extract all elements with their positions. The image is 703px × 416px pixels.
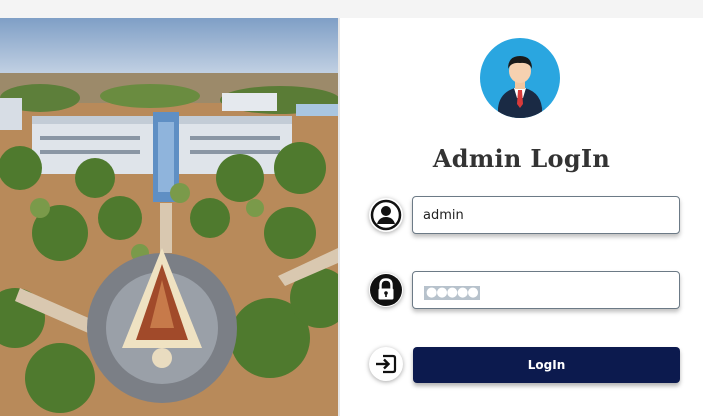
top-bar [0, 0, 703, 18]
login-panel: Admin LogIn ●●●●● LogIn [340, 18, 703, 416]
sign-in-icon [369, 347, 403, 381]
campus-aerial-photo [0, 18, 338, 416]
admin-avatar-icon [480, 38, 560, 118]
user-circle-icon [369, 198, 403, 232]
padlock-icon [369, 273, 403, 307]
password-mask: ●●●●● [424, 285, 480, 300]
username-input[interactable] [412, 196, 680, 234]
login-button[interactable]: LogIn [413, 347, 680, 383]
page-title: Admin LogIn [432, 144, 611, 173]
